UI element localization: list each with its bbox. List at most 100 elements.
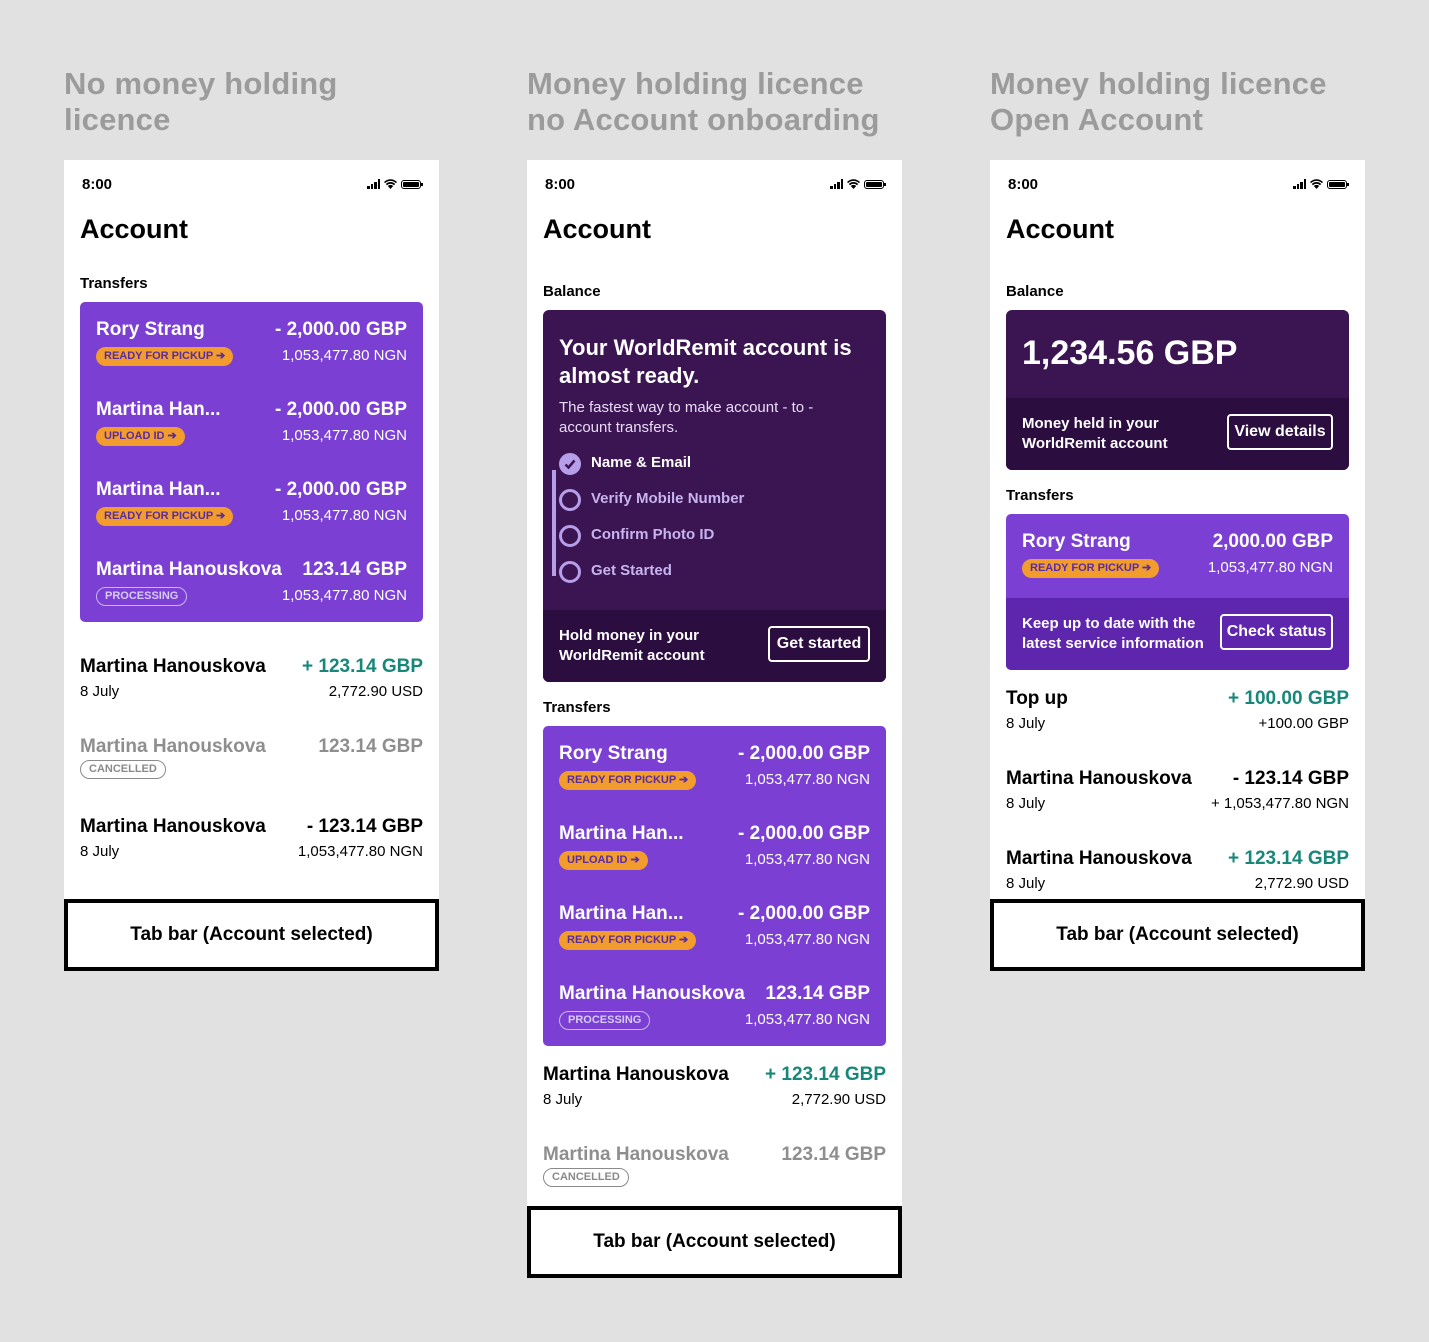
transaction-row[interactable]: Martina Hanouskova 123.14 GBP CANCELLED (80, 736, 423, 796)
column-title-no-licence: No money holding licence (64, 66, 338, 137)
transaction-row[interactable]: Martina Hanouskova + 123.14 GBP 8 July 2… (80, 656, 423, 716)
transfer-amount: - 2,000.00 GBP (274, 319, 407, 340)
transfer-amount: - 2,000.00 GBP (737, 823, 870, 844)
transfer-row[interactable]: Martina Han... - 2,000.00 GBP UPLOAD ID … (543, 806, 886, 886)
transaction-amount: - 123.14 GBP (1232, 768, 1349, 789)
transaction-date: 8 July (1006, 795, 1046, 812)
battery-icon (401, 179, 423, 189)
transfer-row[interactable]: Rory Strang 2,000.00 GBP READY FOR PICKU… (1006, 514, 1349, 594)
view-details-button[interactable]: View details (1227, 414, 1333, 450)
balance-amount: 1,234.56 GBP (1022, 334, 1238, 372)
status-badge[interactable]: UPLOAD ID ➔ (559, 851, 648, 870)
transaction-row[interactable]: Martina Hanouskova 123.14 GBP CANCELLED (543, 1144, 886, 1204)
balance-label: Balance (1006, 283, 1064, 300)
status-badge: PROCESSING (96, 587, 188, 606)
transaction-row[interactable]: Martina Hanouskova + 123.14 GBP 8 July 2… (543, 1064, 886, 1124)
wifi-icon (847, 179, 860, 189)
transaction-date: 8 July (1006, 875, 1046, 892)
transaction-name: Martina Hanouskova (1006, 768, 1192, 789)
status-badge[interactable]: READY FOR PICKUP ➔ (96, 507, 234, 526)
transaction-name: Martina Hanouskova (80, 816, 266, 837)
transaction-date: 8 July (1006, 715, 1046, 732)
transaction-amount: + 123.14 GBP (302, 656, 423, 677)
transaction-amount: 123.14 GBP (318, 736, 423, 757)
tab-bar[interactable]: Tab bar (Account selected) (990, 899, 1365, 971)
onboarding-title: Your WorldRemit account is almost ready. (559, 335, 852, 388)
status-badge[interactable]: READY FOR PICKUP ➔ (559, 931, 697, 950)
wifi-icon (1310, 179, 1323, 189)
transfer-row[interactable]: Martina Han... - 2,000.00 GBP READY FOR … (543, 886, 886, 966)
transfer-received-amount: 1,053,477.80 NGN (281, 347, 407, 364)
transaction-amount: 123.14 GBP (781, 1144, 886, 1165)
balance-label: Balance (543, 283, 601, 300)
stepper-line (552, 470, 556, 576)
status-badge: CANCELLED (543, 1168, 629, 1187)
battery-icon (1327, 179, 1349, 189)
transaction-name: Top up (1006, 688, 1068, 709)
transfer-received-amount: 1,053,477.80 NGN (744, 1011, 870, 1028)
status-badge[interactable]: READY FOR PICKUP ➔ (1022, 559, 1160, 578)
transfer-row[interactable]: Martina Hanouskova 123.14 GBP PROCESSING… (80, 542, 423, 622)
page-title: Account (543, 214, 651, 244)
transfers-label: Transfers (80, 275, 148, 292)
balance-footer-text: Money held in your WorldRemit account (1022, 415, 1168, 452)
status-badge[interactable]: READY FOR PICKUP ➔ (96, 347, 234, 366)
transfer-amount: 123.14 GBP (765, 983, 870, 1004)
transfer-name: Martina Hanouskova (96, 559, 282, 580)
transaction-name: Martina Hanouskova (543, 1064, 729, 1085)
get-started-button[interactable]: Get started (768, 626, 870, 662)
transaction-date: 8 July (80, 683, 120, 700)
wifi-icon (384, 179, 397, 189)
status-icons (367, 179, 423, 189)
transfer-row[interactable]: Martina Han... - 2,000.00 GBP READY FOR … (80, 462, 423, 542)
page-title: Account (80, 214, 188, 244)
transaction-name: Martina Hanouskova (1006, 848, 1192, 869)
transfer-received-amount: 1,053,477.80 NGN (1207, 559, 1333, 576)
transfer-amount: - 2,000.00 GBP (737, 743, 870, 764)
status-icons (830, 179, 886, 189)
status-badge[interactable]: UPLOAD ID ➔ (96, 427, 185, 446)
transfer-row[interactable]: Rory Strang - 2,000.00 GBP READY FOR PIC… (80, 302, 423, 382)
onboarding-card: Your WorldRemit account is almost ready.… (543, 310, 886, 682)
onboarding-description: The fastest way to make account - to - a… (559, 399, 814, 436)
check-status-button[interactable]: Check status (1220, 614, 1333, 650)
tab-bar[interactable]: Tab bar (Account selected) (64, 899, 439, 971)
status-time: 8:00 (545, 176, 576, 193)
battery-icon (864, 179, 886, 189)
column-title-open-account: Money holding licence Open Account (990, 66, 1327, 137)
service-info-footer: Keep up to date with the latest service … (1006, 598, 1349, 670)
phone-screen-onboarding: 8:00 Account Balance Your WorldRemit acc… (527, 160, 902, 1207)
service-info-text: Keep up to date with the latest service … (1022, 615, 1204, 652)
transaction-row[interactable]: Top up + 100.00 GBP 8 July +100.00 GBP (1006, 688, 1349, 748)
transaction-sub-amount: +100.00 GBP (1258, 715, 1349, 732)
transaction-sub-amount: + 1,053,477.80 NGN (1210, 795, 1349, 812)
transfer-amount: - 2,000.00 GBP (274, 479, 407, 500)
transfer-row[interactable]: Martina Han... - 2,000.00 GBP UPLOAD ID … (80, 382, 423, 462)
transaction-sub-amount: 1,053,477.80 NGN (297, 843, 423, 860)
step-circle-icon (559, 561, 581, 583)
transaction-name: Martina Hanouskova (80, 736, 266, 757)
transfer-name: Martina Han... (559, 903, 684, 924)
signal-icon (367, 179, 380, 189)
transfer-row[interactable]: Martina Hanouskova 123.14 GBP PROCESSING… (543, 966, 886, 1046)
transfer-amount: 123.14 GBP (302, 559, 407, 580)
check-icon (559, 453, 581, 475)
transfer-name: Rory Strang (96, 319, 205, 340)
transfer-received-amount: 1,053,477.80 NGN (281, 427, 407, 444)
status-badge: PROCESSING (559, 1011, 651, 1030)
transfer-row[interactable]: Rory Strang - 2,000.00 GBP READY FOR PIC… (543, 726, 886, 806)
status-badge[interactable]: READY FOR PICKUP ➔ (559, 771, 697, 790)
tab-bar[interactable]: Tab bar (Account selected) (527, 1206, 902, 1278)
transfer-name: Rory Strang (559, 743, 668, 764)
transaction-amount: - 123.14 GBP (306, 816, 423, 837)
transaction-name: Martina Hanouskova (80, 656, 266, 677)
transaction-row[interactable]: Martina Hanouskova + 123.14 GBP 8 July 2… (1006, 848, 1349, 900)
transaction-row[interactable]: Martina Hanouskova - 123.14 GBP 8 July 1… (80, 816, 423, 876)
transfer-received-amount: 1,053,477.80 NGN (744, 931, 870, 948)
transaction-row[interactable]: Martina Hanouskova - 123.14 GBP 8 July +… (1006, 768, 1349, 828)
transaction-sub-amount: 2,772.90 USD (1254, 875, 1349, 892)
active-transfers-card: Rory Strang - 2,000.00 GBP READY FOR PIC… (80, 302, 423, 622)
transaction-sub-amount: 2,772.90 USD (328, 683, 423, 700)
onboarding-footer-text: Hold money in your WorldRemit account (559, 627, 705, 664)
status-badge: CANCELLED (80, 760, 166, 779)
